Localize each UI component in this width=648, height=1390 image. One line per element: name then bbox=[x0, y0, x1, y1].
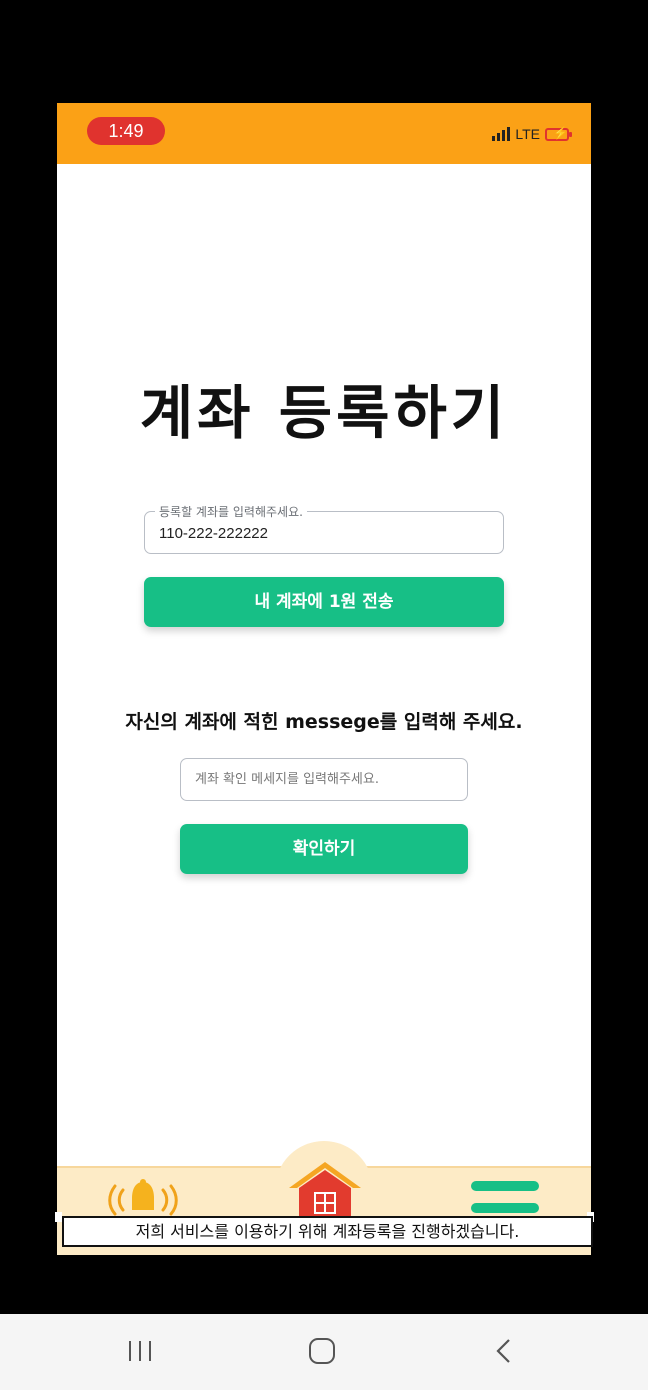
home-circle-icon bbox=[309, 1338, 335, 1364]
signal-icon bbox=[492, 127, 511, 141]
bell-icon bbox=[108, 1179, 178, 1216]
page-title: 계좌 등록하기 bbox=[139, 379, 509, 447]
app-screen: 1:49 LTE ⚡ 계좌 등록하기 등록할 계좌를 입력해주세요. 내 계좌에… bbox=[57, 103, 591, 1255]
confirm-button[interactable]: 확인하기 bbox=[180, 824, 468, 874]
nav-alarm-button[interactable] bbox=[107, 1178, 179, 1218]
message-instruction: 자신의 계좌에 적힌 messege를 입력해 주세요. bbox=[125, 711, 523, 733]
nav-menu-button[interactable] bbox=[469, 1178, 541, 1218]
confirmation-message-input[interactable] bbox=[180, 758, 468, 801]
caption-left-edge bbox=[55, 1212, 62, 1222]
status-bar: 1:49 LTE ⚡ bbox=[57, 103, 591, 164]
account-number-field[interactable]: 등록할 계좌를 입력해주세요. bbox=[144, 503, 504, 554]
back-button[interactable] bbox=[484, 1336, 524, 1366]
home-icon bbox=[289, 1162, 361, 1218]
account-number-input[interactable] bbox=[159, 522, 479, 544]
subtitle-caption: 저희 서비스를 이용하기 위해 계좌등록을 진행하겠습니다. bbox=[62, 1216, 593, 1247]
send-one-won-button[interactable]: 내 계좌에 1원 전송 bbox=[144, 577, 504, 627]
account-field-label: 등록할 계좌를 입력해주세요. bbox=[155, 503, 307, 520]
system-navigation-bar bbox=[0, 1314, 648, 1390]
status-time: 1:49 bbox=[87, 117, 165, 145]
network-type: LTE bbox=[515, 126, 540, 142]
recent-apps-icon bbox=[129, 1341, 151, 1361]
recent-apps-button[interactable] bbox=[120, 1336, 160, 1366]
nav-home-button[interactable] bbox=[283, 1158, 367, 1218]
status-indicators: LTE ⚡ bbox=[492, 123, 572, 145]
back-icon bbox=[496, 1339, 510, 1363]
battery-charging-icon: ⚡ bbox=[545, 126, 572, 141]
system-home-button[interactable] bbox=[302, 1336, 342, 1366]
